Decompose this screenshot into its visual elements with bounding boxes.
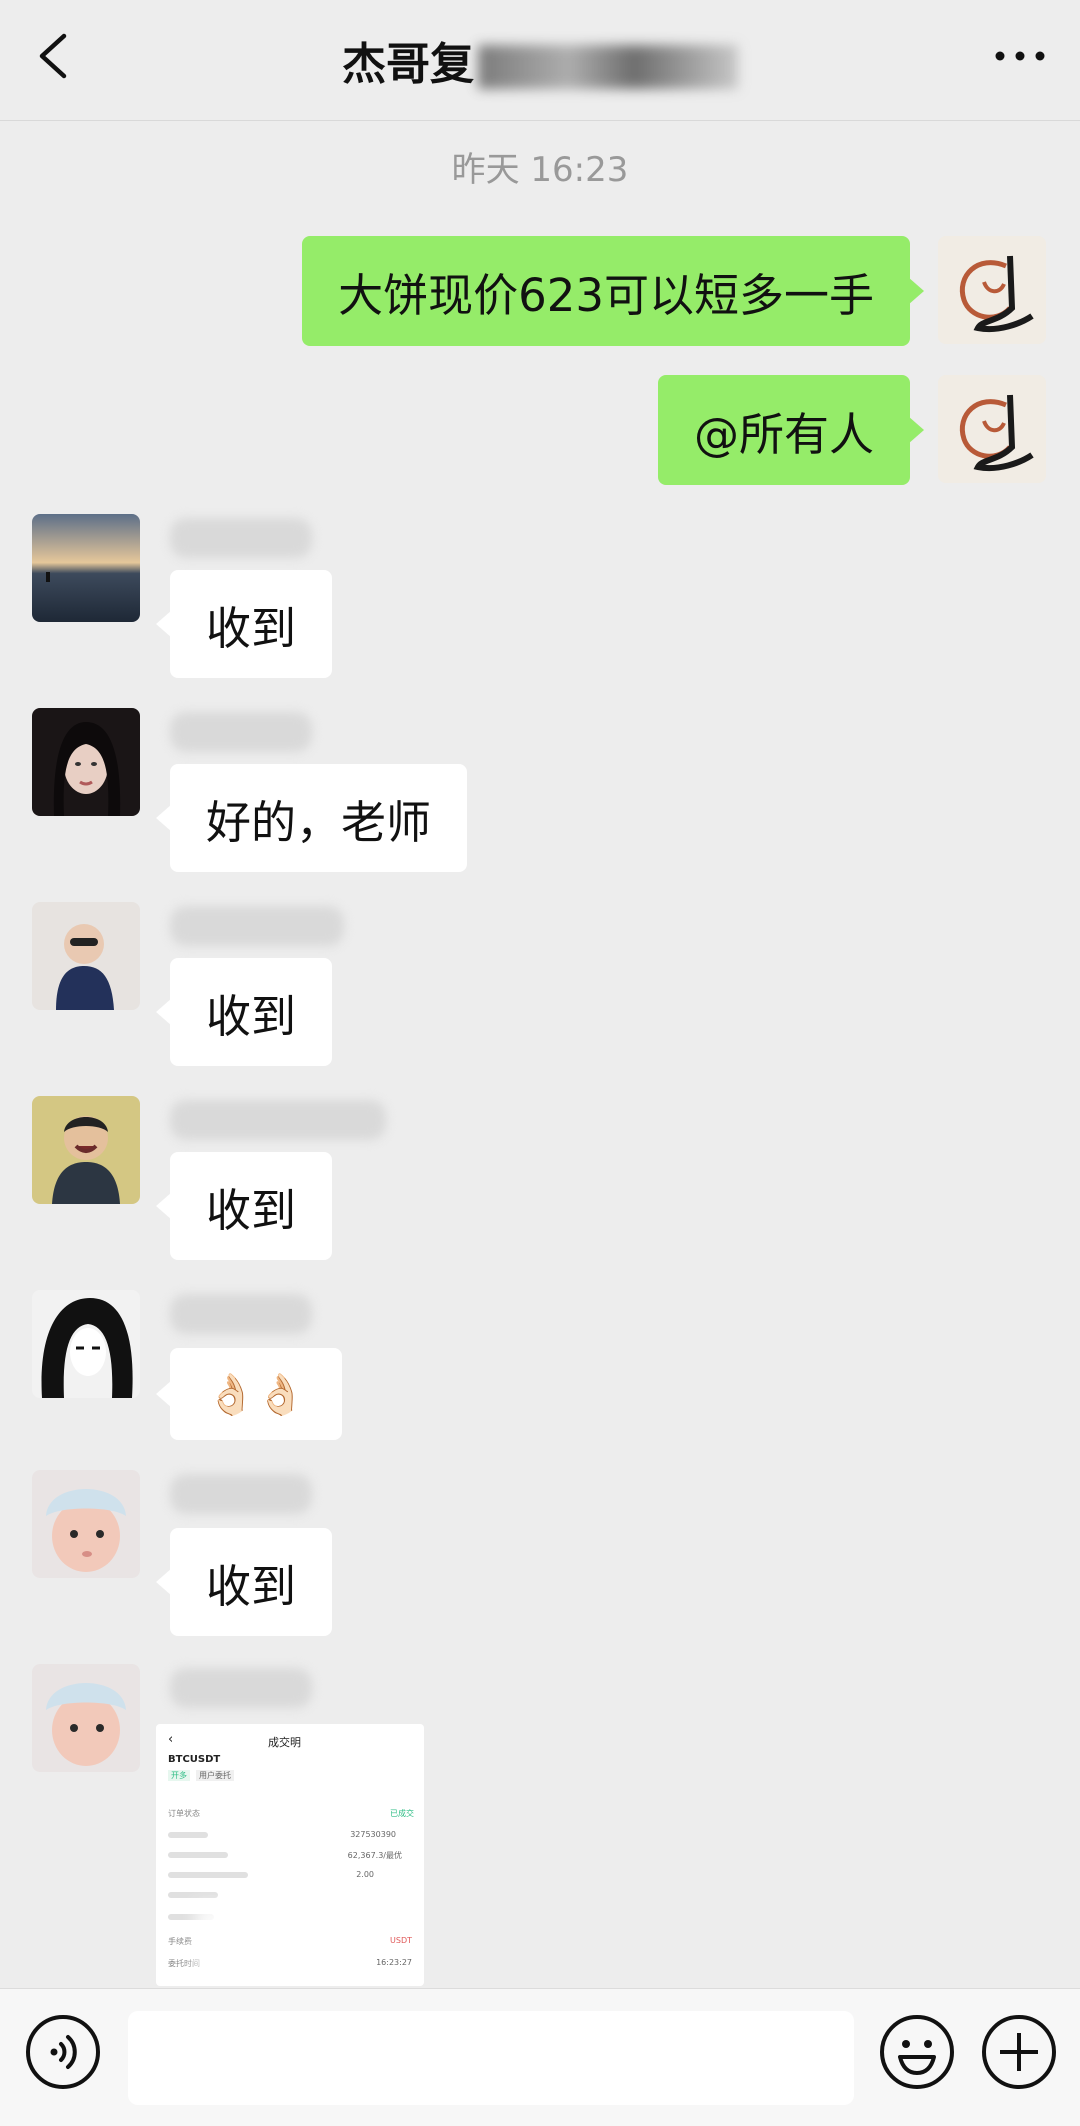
my-message-bubble[interactable]: 大饼现价623可以短多一手 bbox=[302, 236, 924, 346]
message-input[interactable] bbox=[128, 2011, 854, 2105]
message-text: 收到 bbox=[206, 601, 297, 655]
member-avatar[interactable] bbox=[32, 1470, 140, 1578]
chat-title: 杰哥复 bbox=[0, 28, 1080, 92]
message-text: 好的，老师 bbox=[206, 795, 432, 849]
sender-name-redacted bbox=[170, 712, 312, 752]
member-avatar[interactable] bbox=[32, 1290, 140, 1398]
screenshot-pair: BTCUSDT bbox=[168, 1754, 221, 1765]
baby-photo-avatar-icon bbox=[32, 1470, 140, 1578]
my-avatar[interactable] bbox=[938, 375, 1046, 483]
ink-circle-avatar-icon bbox=[938, 236, 1046, 344]
ink-circle-avatar-icon bbox=[938, 375, 1046, 483]
screenshot-price: 62,367.3/最优 bbox=[347, 1851, 402, 1860]
screenshot-label-status: 订单状态 bbox=[168, 1809, 200, 1818]
sender-name-redacted bbox=[170, 906, 344, 946]
screenshot-redaction bbox=[196, 1904, 316, 1974]
sender-name-redacted bbox=[170, 1668, 312, 1708]
child-photo-avatar-icon bbox=[32, 1096, 140, 1204]
toddler-photo-avatar-icon bbox=[32, 902, 140, 1010]
message-text: 收到 bbox=[206, 989, 297, 1043]
emoji-icon[interactable] bbox=[878, 2013, 956, 2091]
voice-icon[interactable] bbox=[24, 2013, 102, 2091]
member-avatar[interactable] bbox=[32, 514, 140, 622]
screenshot-status: 已成交 bbox=[390, 1809, 414, 1818]
member-message-bubble[interactable]: 好的，老师 bbox=[155, 764, 468, 872]
member-message-bubble[interactable]: 收到 bbox=[155, 1528, 333, 1636]
trade-screenshot-image[interactable]: ‹ 成交明 BTCUSDT 开多 用户委托 订单状态 已成交 327530390… bbox=[156, 1724, 424, 1986]
message-text: 收到 bbox=[206, 1559, 297, 1613]
title-redaction bbox=[478, 45, 738, 89]
sender-name-redacted bbox=[170, 518, 312, 558]
member-avatar[interactable] bbox=[32, 1664, 140, 1772]
blurred-line bbox=[168, 1872, 248, 1878]
message-text: 收到 bbox=[206, 1183, 297, 1237]
blurred-line bbox=[168, 1832, 208, 1838]
member-message-bubble[interactable]: 收到 bbox=[155, 958, 333, 1066]
emoji-message-text: 👌🏻👌🏻 bbox=[206, 1371, 306, 1418]
chat-title-text: 杰哥复 bbox=[342, 39, 474, 90]
my-avatar[interactable] bbox=[938, 236, 1046, 344]
screenshot-title: 成交明 bbox=[268, 1736, 301, 1749]
screenshot-time-value: 16:23:27 bbox=[376, 1958, 412, 1967]
member-avatar[interactable] bbox=[32, 902, 140, 1010]
screenshot-fee-label: 手续费 bbox=[168, 1937, 192, 1946]
sender-name-redacted bbox=[170, 1294, 312, 1334]
chat-header: 杰哥复 bbox=[0, 0, 1080, 121]
blurred-line bbox=[168, 1852, 228, 1858]
screenshot-order-id: 327530390 bbox=[350, 1830, 396, 1839]
message-text: 大饼现价623可以短多一手 bbox=[338, 268, 874, 322]
member-message-bubble[interactable]: 收到 bbox=[155, 570, 333, 678]
message-text: @所有人 bbox=[693, 407, 874, 461]
member-message-bubble[interactable]: 收到 bbox=[155, 1152, 333, 1260]
plus-icon[interactable] bbox=[980, 2013, 1058, 2091]
blurred-line bbox=[168, 1892, 218, 1898]
screenshot-fee-value: USDT bbox=[390, 1936, 412, 1945]
sender-name-redacted bbox=[170, 1100, 386, 1140]
baby-photo-avatar-icon bbox=[32, 1664, 140, 1772]
member-message-bubble[interactable]: 👌🏻👌🏻 bbox=[156, 1348, 342, 1440]
chevron-left-icon: ‹ bbox=[168, 1732, 174, 1747]
chat-input-bar bbox=[0, 1988, 1080, 2126]
seaside-photo-avatar-icon bbox=[32, 514, 140, 622]
more-icon[interactable] bbox=[990, 36, 1050, 76]
message-timestamp: 昨天 16:23 bbox=[451, 150, 629, 190]
anime-avatar-icon bbox=[32, 1290, 140, 1398]
sender-name-redacted bbox=[170, 1474, 312, 1514]
member-avatar[interactable] bbox=[32, 708, 140, 816]
screenshot-tag-user-order: 用户委托 bbox=[196, 1770, 234, 1781]
portrait-photo-avatar-icon bbox=[32, 708, 140, 816]
screenshot-tag-open-long: 开多 bbox=[168, 1770, 190, 1781]
member-avatar[interactable] bbox=[32, 1096, 140, 1204]
screenshot-qty: 2.00 bbox=[356, 1870, 374, 1879]
my-message-bubble[interactable]: @所有人 bbox=[657, 375, 925, 485]
